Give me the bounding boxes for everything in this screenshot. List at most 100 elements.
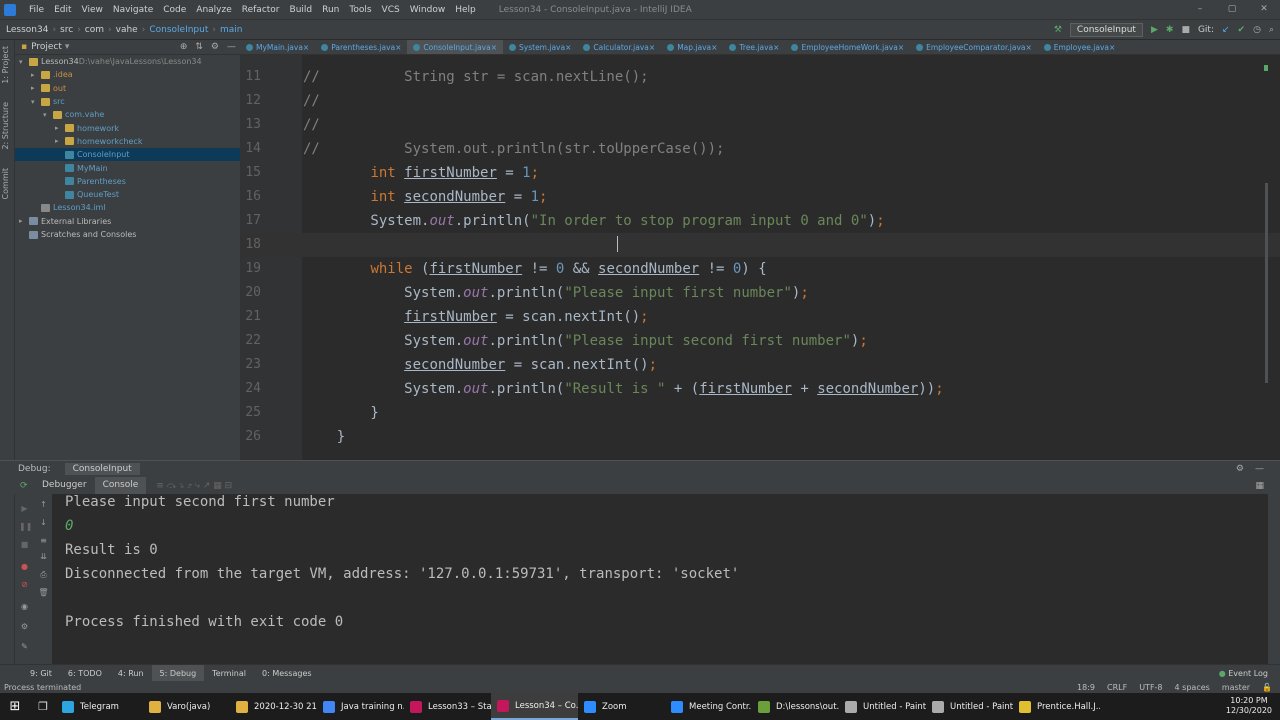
tree-item[interactable]: ConsoleInput [15, 148, 240, 162]
tree-item[interactable]: ▾ src [15, 95, 240, 108]
breadcrumb-item[interactable]: com [85, 25, 104, 35]
tree-item[interactable]: ▸ out [15, 82, 240, 95]
menu-item-file[interactable]: File [24, 5, 49, 15]
editor-tab[interactable]: Parentheses.java × [315, 40, 407, 54]
debug-icon[interactable]: ✱ [1166, 25, 1174, 35]
taskbar-app[interactable]: Varo(java) [143, 693, 230, 720]
caret-position[interactable]: 18:9 [1077, 683, 1095, 692]
menu-item-view[interactable]: View [77, 5, 108, 15]
close-icon[interactable]: ✕ [1248, 0, 1280, 19]
expand-arrow-icon[interactable]: ▸ [55, 124, 65, 132]
taskbar-app[interactable]: Lesson33 – Sta... [404, 693, 491, 720]
rerun-icon[interactable]: ⟳ [20, 481, 28, 491]
expand-arrow-icon[interactable]: ▸ [31, 84, 41, 92]
bottom-tool-tab[interactable]: Terminal [204, 669, 254, 678]
scroll-end-icon[interactable]: ⇊ [38, 552, 49, 561]
menu-item-tools[interactable]: Tools [344, 5, 376, 15]
editor-tab[interactable]: Calculator.java × [577, 40, 661, 54]
close-icon[interactable]: × [1109, 43, 1115, 52]
menu-item-run[interactable]: Run [317, 5, 344, 15]
taskbar-app[interactable]: Lesson34 – Co... [491, 693, 578, 720]
file-encoding[interactable]: UTF-8 [1139, 683, 1162, 692]
pause-icon[interactable]: ❚❚ [19, 522, 32, 531]
taskbar-app[interactable]: Telegram [56, 693, 143, 720]
close-icon[interactable]: × [395, 43, 401, 52]
hide-icon[interactable]: — [227, 42, 236, 52]
settings-icon[interactable]: ⚙ [19, 622, 30, 631]
chevron-down-icon[interactable]: ▾ [65, 42, 70, 52]
hide-icon[interactable]: — [1255, 464, 1264, 474]
git-branch[interactable]: master [1222, 683, 1250, 692]
search-icon[interactable]: ⌕ [1269, 25, 1274, 35]
gear-icon[interactable]: ⚙ [1236, 464, 1244, 474]
event-log-button[interactable]: ● Event Log [1219, 669, 1268, 678]
editor-tab[interactable]: Employee.java × [1038, 40, 1122, 54]
menu-item-refactor[interactable]: Refactor [237, 5, 285, 15]
bottom-tool-tab[interactable]: 5: Debug [151, 664, 205, 682]
collapse-icon[interactable]: ⇅ [195, 42, 203, 52]
soft-wrap-icon[interactable]: ≡ [38, 536, 49, 545]
menu-item-build[interactable]: Build [285, 5, 318, 15]
close-icon[interactable]: × [649, 43, 655, 52]
bottom-tool-tab[interactable]: 9: Git [22, 669, 60, 678]
bottom-tool-tab[interactable]: 0: Messages [254, 669, 320, 678]
resume-icon[interactable]: ▶ [19, 504, 30, 513]
taskbar-app[interactable]: Untitled - Paint [926, 693, 1013, 720]
tree-item[interactable]: MyMain [15, 161, 240, 174]
expand-arrow-icon[interactable]: ▸ [31, 71, 41, 79]
close-icon[interactable]: × [491, 43, 497, 52]
gear-icon[interactable]: ⚙ [211, 42, 219, 52]
expand-arrow-icon[interactable]: ▸ [19, 217, 29, 225]
tree-item[interactable]: ▾ com.vahe [15, 108, 240, 121]
breadcrumb-item[interactable]: ConsoleInput [149, 25, 208, 35]
project-tool-tab[interactable]: 1: Project [1, 46, 14, 84]
taskbar-app[interactable]: Prentice.Hall.J... [1013, 693, 1100, 720]
tree-item[interactable]: ▸ External Libraries [15, 215, 240, 228]
task-view-icon[interactable]: ❐ [30, 700, 56, 713]
stop-icon[interactable]: ■ [1181, 25, 1190, 35]
menu-item-navigate[interactable]: Navigate [108, 5, 158, 15]
close-icon[interactable]: × [898, 43, 904, 52]
expand-arrow-icon[interactable]: ▾ [43, 111, 53, 119]
project-panel-title[interactable]: Project [31, 42, 62, 52]
breadcrumb-item[interactable]: main [220, 25, 243, 35]
tree-item[interactable]: Parentheses [15, 175, 240, 188]
structure-tool-tab[interactable]: 2: Structure [1, 102, 14, 150]
line-separator[interactable]: CRLF [1107, 683, 1127, 692]
layout-icon[interactable]: ▦ [1255, 481, 1264, 491]
camera-icon[interactable]: ◉ [19, 602, 30, 611]
debugger-tab[interactable]: Debugger [34, 477, 95, 494]
menu-item-vcs[interactable]: VCS [377, 5, 405, 15]
menu-item-window[interactable]: Window [405, 5, 451, 15]
tree-item[interactable]: ▸ .idea [15, 68, 240, 81]
taskbar-clock[interactable]: 10:20 PM 12/30/2020 [1226, 696, 1272, 716]
mute-breakpoints-icon[interactable]: ⊘ [19, 580, 30, 589]
stop-icon[interactable]: ■ [19, 540, 30, 549]
editor-tab[interactable]: System.java × [503, 40, 577, 54]
debug-session-tab[interactable]: ConsoleInput [64, 463, 140, 475]
code-editor[interactable]: 11// String str = scan.nextLine(); 12//13… [240, 55, 1280, 460]
menu-item-edit[interactable]: Edit [49, 5, 76, 15]
expand-arrow-icon[interactable]: ▾ [31, 98, 41, 106]
lock-icon[interactable]: 🔓 [1262, 683, 1272, 692]
maximize-icon[interactable]: ▢ [1216, 0, 1248, 19]
breadcrumb-item[interactable]: src [60, 25, 73, 35]
tree-item[interactable]: ▸ homeworkcheck [15, 135, 240, 148]
scroll-thumb[interactable] [1265, 183, 1268, 383]
run-configuration-select[interactable]: ConsoleInput [1069, 23, 1143, 37]
tree-item[interactable]: ▸ homework [15, 121, 240, 134]
tree-item[interactable]: QueueTest [15, 188, 240, 201]
taskbar-app[interactable]: Zoom [578, 693, 665, 720]
indent-setting[interactable]: 4 spaces [1175, 683, 1210, 692]
taskbar-app[interactable]: Java training n... [317, 693, 404, 720]
breakpoints-icon[interactable]: ● [19, 562, 30, 571]
trash-icon[interactable]: 🗑 [38, 588, 49, 597]
up-icon[interactable]: ↑ [38, 500, 49, 509]
close-icon[interactable]: × [303, 43, 309, 52]
editor-tab[interactable]: Map.java × [661, 40, 723, 54]
run-icon[interactable]: ▶ [1151, 25, 1158, 35]
console-output[interactable]: Please input second first number 0 Result … [52, 494, 1268, 660]
menu-item-help[interactable]: Help [450, 5, 481, 15]
editor-tab[interactable]: Tree.java × [723, 40, 785, 54]
commit-tool-tab[interactable]: Commit [1, 168, 14, 199]
